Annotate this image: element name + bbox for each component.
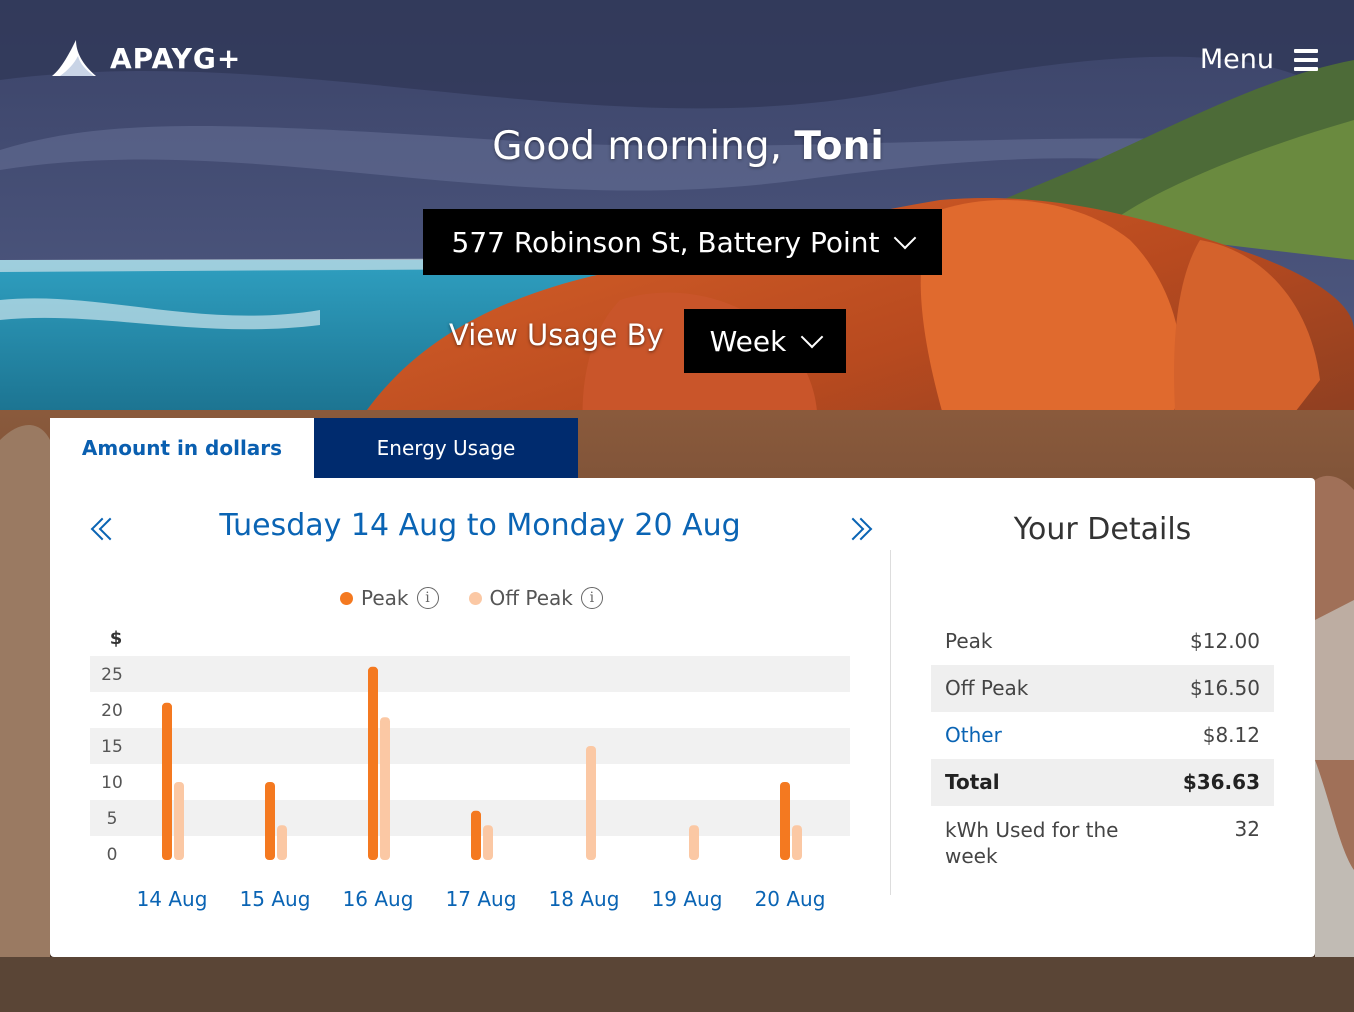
period-dropdown[interactable]: Week	[684, 309, 846, 373]
address-dropdown[interactable]: 577 Robinson St, Battery Point	[423, 209, 942, 275]
brand-name: APAYG+	[110, 41, 242, 75]
details-value: $8.12	[1202, 723, 1260, 747]
details-value: $16.50	[1190, 676, 1260, 700]
details-row-peak: Peak $12.00	[931, 618, 1274, 665]
off-peak-bar	[380, 717, 390, 860]
y-tick-label: 5	[107, 809, 118, 829]
legend-peak-label: Peak	[361, 586, 409, 610]
period-title: Tuesday 14 Aug to Monday 20 Aug	[219, 508, 741, 543]
details-row-total: Total $36.63	[931, 759, 1274, 806]
double-chevron-left-icon	[88, 514, 122, 544]
menu-button[interactable]: Menu	[1200, 44, 1318, 75]
chart-legend: Peak i Off Peak i	[340, 586, 603, 610]
x-tick-label: 19 Aug	[652, 887, 723, 911]
details-label: Peak	[945, 629, 993, 653]
grid-band	[90, 656, 850, 692]
peak-info-icon[interactable]: i	[416, 587, 439, 609]
view-usage-label: View Usage By	[449, 318, 664, 352]
peak-bar	[162, 702, 172, 860]
double-chevron-right-icon	[841, 514, 873, 544]
y-tick-label: 15	[101, 737, 123, 757]
off-peak-bar	[483, 825, 493, 860]
grid-band	[90, 800, 850, 836]
details-label: Off Peak	[945, 676, 1029, 700]
usage-card: Tuesday 14 Aug to Monday 20 Aug Peak i O…	[50, 478, 1315, 957]
peak-bar	[471, 810, 481, 860]
grid-band	[90, 728, 850, 764]
y-tick-label: 0	[107, 845, 118, 865]
off-peak-bar	[792, 825, 802, 860]
chevron-down-icon	[894, 226, 917, 250]
details-row-off-peak: Off Peak $16.50	[931, 665, 1274, 712]
details-value: $12.00	[1190, 629, 1260, 653]
x-tick-label: 16 Aug	[343, 887, 414, 911]
next-period-button[interactable]	[841, 514, 873, 544]
tab-amount-in-dollars[interactable]: Amount in dollars	[50, 418, 314, 478]
details-title: Your Details	[1013, 512, 1192, 547]
legend-off-peak-label: Off Peak	[489, 586, 573, 610]
y-axis-label: $	[110, 628, 123, 649]
hamburger-icon	[1294, 48, 1318, 71]
usage-bar-chart: $0 5 10 15 20 25 14 Aug 15 Aug 16 Aug 17 Aug 18 Au…	[90, 628, 850, 911]
details-value: $36.63	[1182, 770, 1260, 794]
off-peak-bar	[174, 782, 184, 860]
x-tick-label: 15 Aug	[240, 887, 311, 911]
brand-logo[interactable]: APAYG+	[50, 38, 241, 78]
x-tick-label: 20 Aug	[755, 887, 826, 911]
peak-bar	[368, 666, 378, 860]
off-peak-bar	[586, 746, 596, 860]
other-charges-link[interactable]: Other	[945, 723, 1002, 747]
app-screen: APAYG+ Menu Good morning, Toni 577 Robin…	[0, 0, 1354, 1012]
x-tick-label: 17 Aug	[446, 887, 517, 911]
off-peak-info-icon[interactable]: i	[580, 587, 603, 609]
y-tick-label: 20	[101, 701, 123, 721]
user-name: Toni	[794, 124, 884, 169]
peak-bar	[780, 782, 790, 860]
off-peak-bar	[277, 825, 287, 860]
off-peak-bar	[689, 825, 699, 860]
x-tick-label: 18 Aug	[549, 887, 620, 911]
details-table: Peak $12.00 Off Peak $16.50 Other $8.12 …	[931, 618, 1274, 869]
greeting: Good morning, Toni	[0, 124, 1354, 169]
details-value: 32	[1234, 817, 1260, 841]
address-value: 577 Robinson St, Battery Point	[451, 225, 880, 259]
y-tick-label: 10	[101, 773, 123, 793]
off-peak-swatch	[468, 591, 482, 605]
details-label: Total	[945, 770, 1000, 794]
peak-swatch	[340, 591, 353, 605]
details-label: kWh Used for the week	[945, 818, 1119, 868]
x-tick-label: 14 Aug	[137, 887, 208, 911]
tab-energy-usage[interactable]: Energy Usage	[314, 418, 578, 478]
previous-period-button[interactable]	[88, 514, 122, 544]
period-value: Week	[709, 324, 787, 358]
y-tick-label: 25	[101, 665, 123, 685]
menu-label: Menu	[1199, 44, 1274, 75]
details-row-kwh: kWh Used for the week 32	[931, 806, 1274, 869]
details-row-other: Other $8.12	[931, 712, 1274, 759]
greeting-prefix: Good morning,	[492, 124, 795, 169]
card-divider	[890, 550, 891, 895]
peak-bar	[265, 782, 275, 860]
chevron-down-icon	[801, 325, 824, 349]
bird-logo-icon	[52, 40, 96, 76]
